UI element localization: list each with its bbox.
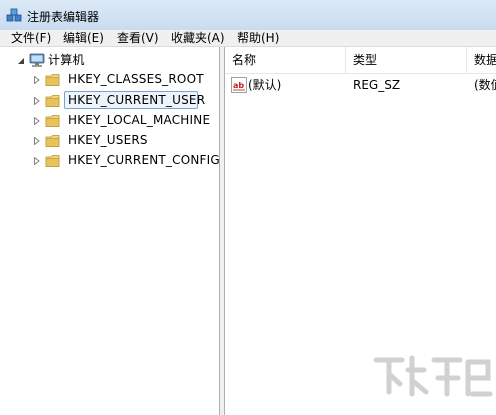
- watermark-logo: [373, 355, 493, 397]
- title-bar: 注册表编辑器: [0, 0, 496, 30]
- expand-triangle-icon[interactable]: [33, 157, 41, 165]
- expand-triangle-icon[interactable]: [33, 137, 41, 145]
- menu-bar: 文件(F) 编辑(E) 查看(V) 收藏夹(A) 帮助(H): [0, 30, 496, 47]
- expanded-triangle-icon[interactable]: [17, 57, 25, 65]
- value-row[interactable]: ab (默认) REG_SZ (数值: [225, 75, 496, 95]
- computer-icon: [29, 53, 45, 67]
- value-type: REG_SZ: [353, 78, 401, 92]
- folder-icon: [45, 155, 60, 167]
- column-header-data[interactable]: 数据: [467, 47, 496, 73]
- tree-node-label: HKEY_CURRENT_CONFIG: [68, 153, 220, 167]
- window-title: 注册表编辑器: [27, 10, 100, 24]
- expand-triangle-icon[interactable]: [33, 117, 41, 125]
- tree-node[interactable]: HKEY_CLASSES_ROOT: [0, 71, 219, 89]
- menu-file[interactable]: 文件(F): [11, 30, 51, 46]
- expand-triangle-icon[interactable]: [33, 76, 41, 84]
- key-tree-pane[interactable]: 计算机 HKEY_CLASSES_ROOT HKEY_CURRENT_USER: [0, 47, 220, 415]
- folder-icon: [45, 95, 60, 107]
- registry-editor-icon: [6, 8, 22, 22]
- tree-node-label: HKEY_CURRENT_USER: [68, 93, 206, 107]
- folder-icon: [45, 135, 60, 147]
- expand-triangle-icon[interactable]: [33, 97, 41, 105]
- folder-icon: [45, 74, 60, 86]
- value-data: (数值: [474, 78, 496, 92]
- folder-icon: [45, 115, 60, 127]
- tree-node-selected[interactable]: HKEY_CURRENT_USER: [0, 91, 219, 110]
- tree-root-row[interactable]: 计算机: [0, 52, 219, 70]
- column-header-type[interactable]: 类型: [346, 47, 466, 73]
- column-header-bar: 名称 类型 数据: [225, 47, 496, 74]
- menu-favorites[interactable]: 收藏夹(A): [171, 30, 225, 46]
- tree-node[interactable]: HKEY_USERS: [0, 132, 219, 150]
- menu-help[interactable]: 帮助(H): [237, 30, 279, 46]
- tree-node-label: HKEY_CLASSES_ROOT: [68, 72, 204, 86]
- tree-node[interactable]: HKEY_CURRENT_CONFIG: [0, 152, 220, 170]
- menu-view[interactable]: 查看(V): [117, 30, 159, 46]
- tree-node-label: HKEY_LOCAL_MACHINE: [68, 113, 211, 127]
- svg-text:ab: ab: [233, 81, 244, 90]
- string-value-icon: ab: [231, 77, 247, 93]
- tree-node-label: HKEY_USERS: [68, 133, 148, 147]
- menu-edit[interactable]: 编辑(E): [63, 30, 104, 46]
- tree-node[interactable]: HKEY_LOCAL_MACHINE: [0, 112, 219, 130]
- column-header-name[interactable]: 名称: [225, 47, 345, 73]
- value-name: (默认): [248, 78, 282, 92]
- tree-root-label: 计算机: [48, 53, 85, 67]
